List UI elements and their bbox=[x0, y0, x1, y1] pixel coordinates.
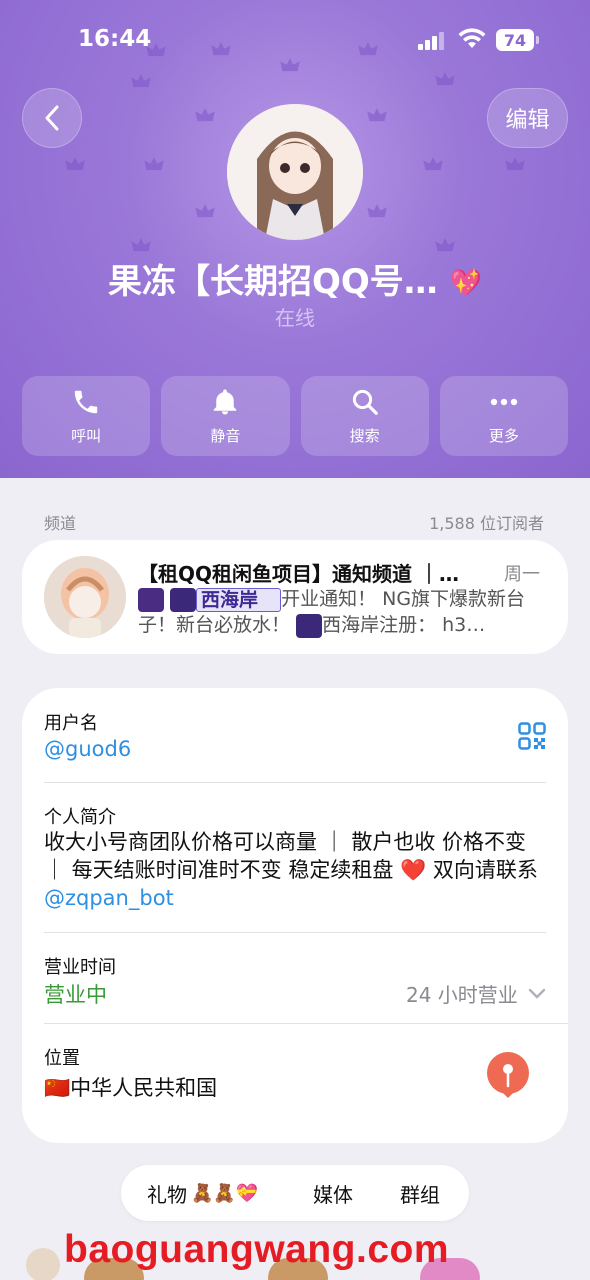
bell-icon bbox=[214, 389, 237, 414]
battery-indicator: 74 bbox=[496, 29, 534, 51]
china-flag-icon: 🇨🇳 bbox=[44, 1076, 71, 1100]
phone-icon bbox=[74, 390, 98, 413]
channel-preview: 西海岸 开业通知！ NG旗下爆款新台子！新台必放水！ 西海岸注册： h3… bbox=[138, 586, 543, 638]
profile-name-text: 果冻【长期招QQ号… bbox=[107, 262, 438, 302]
profile-avatar[interactable] bbox=[227, 104, 363, 240]
channel-date: 周一 bbox=[504, 564, 540, 585]
crown-pattern-icon bbox=[144, 157, 164, 171]
tab-groups[interactable]: 群组 bbox=[400, 1179, 440, 1208]
gift-emojis: 🧸🧸💝 bbox=[191, 1182, 259, 1204]
qr-code-icon[interactable] bbox=[518, 722, 546, 750]
media-tab-bar: 礼物 🧸🧸💝 媒体 群组 bbox=[121, 1165, 469, 1221]
business-hours-dropdown[interactable]: 24 小时营业 bbox=[406, 979, 546, 1008]
tab-media[interactable]: 媒体 bbox=[313, 1179, 353, 1208]
mute-label: 静音 bbox=[210, 426, 241, 445]
more-label: 更多 bbox=[488, 426, 519, 445]
bio-body: 收大小号商团队价格可以商量 ｜ 散户也收 价格不变 ｜ 每天结账时间准时不变 稳… bbox=[44, 830, 538, 882]
heart-emoji: 💖 bbox=[449, 268, 483, 299]
crown-pattern-icon bbox=[195, 108, 215, 122]
crown-pattern-icon bbox=[367, 108, 387, 122]
profile-name: 果冻【长期招QQ号… 💖 bbox=[0, 254, 590, 303]
status-bar: 16:44 74 bbox=[0, 0, 590, 80]
crown-pattern-icon bbox=[195, 204, 215, 218]
bio-label: 个人简介 bbox=[44, 807, 116, 828]
tab-gifts[interactable]: 礼物 🧸🧸💝 bbox=[147, 1179, 258, 1208]
anime-girl-avatar-image bbox=[227, 104, 363, 240]
chevron-left-icon bbox=[45, 105, 59, 131]
plush-doll-avatar-image bbox=[44, 556, 126, 638]
edit-button[interactable]: 编辑 bbox=[487, 88, 568, 148]
business-hours-status: 营业中 bbox=[44, 983, 107, 1007]
subscriber-count: 1,588 位订阅者 bbox=[429, 514, 544, 533]
location-value[interactable]: 🇨🇳中华人民共和国 bbox=[44, 1072, 217, 1102]
more-button[interactable]: 更多 bbox=[439, 376, 568, 456]
gift-thumbnail bbox=[26, 1248, 60, 1280]
xihaian-logo-icon bbox=[170, 587, 197, 612]
cellular-signal-icon bbox=[418, 32, 444, 50]
crown-pattern-icon bbox=[505, 157, 525, 171]
map-pin-icon[interactable] bbox=[486, 1052, 530, 1098]
business-hours-detail: 24 小时营业 bbox=[406, 983, 518, 1007]
search-button[interactable]: 搜索 bbox=[300, 376, 429, 456]
battery-tip bbox=[536, 36, 539, 44]
call-label: 呼叫 bbox=[71, 426, 102, 445]
business-hours-label: 营业时间 bbox=[44, 957, 116, 978]
status-time: 16:44 bbox=[78, 26, 152, 52]
crown-pattern-icon bbox=[423, 157, 443, 171]
username-label: 用户名 bbox=[44, 713, 98, 734]
bio-bot-link[interactable]: @zqpan_bot bbox=[44, 886, 174, 910]
game-thumbnail-icon bbox=[138, 587, 164, 612]
search-label: 搜索 bbox=[349, 426, 380, 445]
channel-title: 【租QQ租闲鱼项目】通知频道 ｜… bbox=[138, 562, 459, 586]
bio-text: 收大小号商团队价格可以商量 ｜ 散户也收 价格不变 ｜ 每天结账时间准时不变 稳… bbox=[44, 828, 544, 912]
divider bbox=[44, 1023, 568, 1024]
channel-card[interactable]: 【租QQ租闲鱼项目】通知频道 ｜… 周一 西海岸 开业通知！ NG旗下爆款新台子！… bbox=[22, 540, 568, 654]
mute-button[interactable]: 静音 bbox=[161, 376, 290, 456]
site-watermark: baoguangwang.com bbox=[64, 1228, 450, 1271]
preview-text-2: 西海岸注册： h3… bbox=[322, 614, 486, 636]
username-value[interactable]: @guod6 bbox=[44, 737, 131, 761]
channel-section-label: 频道 bbox=[44, 514, 77, 533]
wifi-icon bbox=[458, 28, 486, 48]
action-buttons: 呼叫 静音 搜索 更多 bbox=[22, 376, 568, 456]
location-text: 中华人民共和国 bbox=[70, 1076, 218, 1100]
call-button[interactable]: 呼叫 bbox=[22, 376, 151, 456]
location-label: 位置 bbox=[44, 1048, 80, 1069]
search-icon bbox=[352, 389, 378, 415]
crown-pattern-icon bbox=[65, 157, 85, 171]
xihaian-tag: 西海岸 bbox=[196, 587, 282, 612]
chevron-down-icon bbox=[528, 988, 546, 999]
profile-header: 16:44 74 编辑 果冻【长期招QQ号… 💖 在线 呼叫 静音 搜索 更多 bbox=[0, 0, 590, 478]
crown-pattern-icon bbox=[367, 204, 387, 218]
channel-avatar bbox=[44, 556, 126, 638]
divider bbox=[44, 782, 546, 783]
more-icon bbox=[490, 398, 518, 405]
divider bbox=[44, 932, 546, 933]
xihaian-logo-icon bbox=[296, 613, 323, 638]
back-button[interactable] bbox=[22, 88, 82, 148]
online-status: 在线 bbox=[275, 306, 315, 330]
tab-gifts-label: 礼物 bbox=[147, 1182, 187, 1207]
